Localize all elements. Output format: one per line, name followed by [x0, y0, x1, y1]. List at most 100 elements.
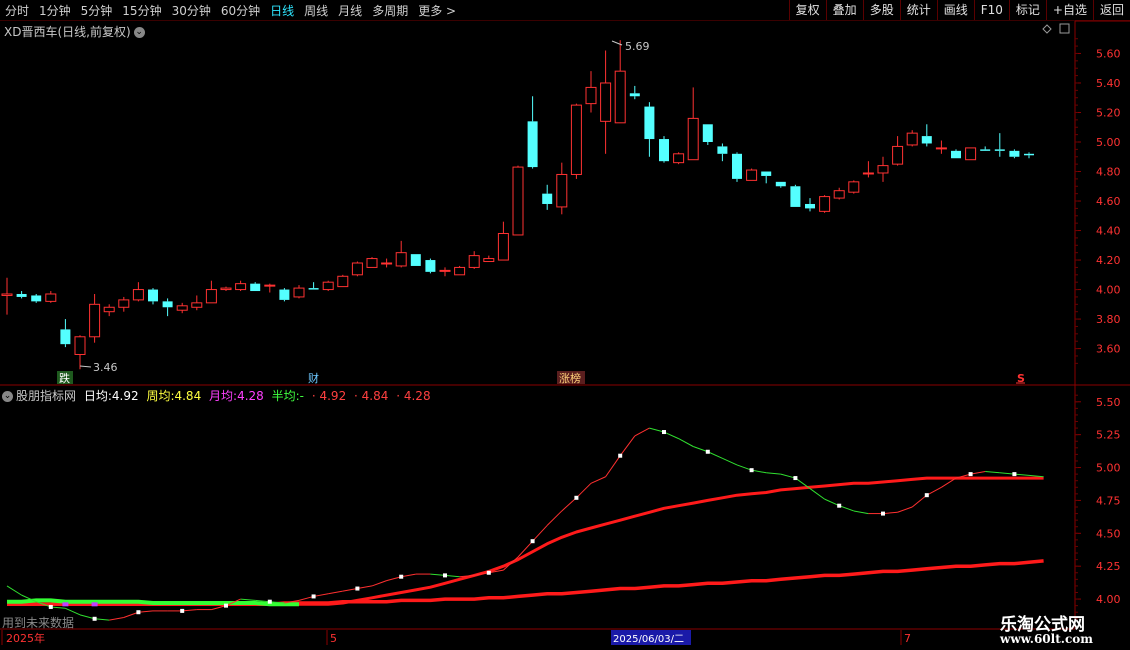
indicator-series — [6, 427, 1044, 621]
candle — [951, 149, 961, 159]
candle-body — [205, 289, 217, 304]
candle-body — [235, 283, 247, 291]
candle-body — [629, 93, 640, 97]
candle — [790, 184, 801, 207]
time-cursor-label: 2025/06/03/二 — [613, 634, 684, 645]
daily-avg-point — [92, 616, 97, 621]
candle-body — [250, 283, 261, 292]
candle — [235, 280, 247, 292]
daily-avg-point — [355, 586, 360, 591]
candle — [512, 165, 524, 236]
daily-avg-point — [749, 468, 754, 473]
daily-avg-segment — [546, 510, 563, 526]
price-tick-label: 4.80 — [1096, 166, 1121, 179]
candle — [293, 285, 305, 299]
daily-avg-point — [136, 610, 141, 615]
daily-avg-segment — [313, 593, 329, 597]
candle — [395, 240, 407, 268]
daily-avg-segment — [1014, 473, 1030, 476]
die-marker[interactable]: 跌 — [59, 371, 70, 385]
zhangbang-marker[interactable]: 涨榜 — [559, 371, 581, 385]
daily-avg-segment — [839, 505, 854, 512]
daily-avg-segment — [605, 455, 621, 478]
indicator-tick-label: 4.00 — [1096, 593, 1121, 606]
cai-marker[interactable]: 财 — [308, 371, 319, 385]
candle-body — [31, 295, 42, 302]
candle — [980, 146, 991, 151]
candle-body — [542, 193, 553, 204]
candle — [833, 187, 845, 200]
candle-body — [833, 190, 845, 199]
candle — [819, 195, 831, 213]
price-tick-label: 3.60 — [1096, 343, 1121, 356]
candle — [250, 282, 261, 292]
diamond-icon[interactable] — [1042, 24, 1052, 34]
daily-avg-segment — [298, 595, 314, 601]
candle-body — [951, 150, 961, 159]
candle-body — [410, 254, 421, 266]
daily-avg-segment — [766, 472, 781, 475]
candle-body — [439, 269, 451, 272]
candle-body — [293, 287, 305, 298]
candle-body — [600, 82, 612, 122]
candle — [659, 136, 669, 163]
daily-avg-segment — [736, 464, 752, 471]
candle-body — [994, 149, 1005, 151]
panel-toggle-icon[interactable] — [1059, 23, 1070, 34]
daily-avg-segment — [926, 486, 942, 496]
daily-avg-segment — [94, 618, 110, 621]
candle — [775, 181, 786, 188]
candle — [1024, 152, 1034, 159]
candle — [629, 85, 640, 100]
daily-avg-point — [311, 594, 316, 599]
candle-body — [585, 86, 597, 105]
candle-body — [659, 139, 669, 162]
candle-body — [614, 70, 626, 124]
candle — [556, 162, 568, 215]
daily-avg-segment — [634, 427, 650, 437]
candle — [614, 40, 626, 124]
future-data-note: 用到未来数据 — [2, 616, 75, 630]
indicator-axis: 5.50 5.25 5.00 4.75 4.50 4.25 4.00 — [1075, 394, 1121, 620]
high-price-label: 5.69 — [625, 40, 650, 53]
candle-body — [527, 121, 538, 168]
candle — [264, 283, 276, 293]
candle — [542, 184, 553, 210]
candle-body — [761, 171, 772, 176]
candle-body — [16, 293, 27, 297]
candle — [176, 302, 188, 314]
daily-avg-segment — [751, 469, 767, 474]
candle — [468, 251, 480, 269]
candle — [16, 291, 27, 299]
extra-value-2-text: 4.84 — [361, 389, 389, 403]
candle — [644, 102, 655, 157]
weekly-avg-value: 4.84 — [174, 389, 202, 403]
candle-body — [906, 132, 918, 146]
candle-body — [1009, 150, 1020, 157]
daily-avg-segment — [824, 498, 840, 507]
daily-avg-segment — [911, 494, 928, 508]
candle-body — [805, 203, 815, 209]
daily-avg-segment — [678, 438, 694, 447]
candle — [892, 136, 904, 166]
daily-avg-point — [48, 604, 53, 609]
extra-value-1-text: 4.92 — [319, 389, 347, 403]
daily-avg-segment — [444, 574, 460, 578]
time-label-july: 7 — [904, 632, 911, 645]
candle — [732, 152, 742, 182]
candle-body — [74, 336, 86, 355]
indicator-name: 股朋指标网 — [16, 389, 77, 403]
chevron-down-icon[interactable]: ⌄ — [133, 27, 145, 38]
daily-avg-segment — [503, 556, 519, 571]
chevron-down-icon[interactable]: ⌄ — [2, 391, 13, 402]
price-tick-label: 4.40 — [1096, 225, 1121, 238]
indicator-marker — [91, 602, 98, 607]
daily-avg-point — [924, 493, 929, 498]
time-label-may: 5 — [330, 632, 337, 645]
extra-value-3: · 4.28 — [396, 389, 431, 403]
kline-chart[interactable]: 5.60 5.40 5.20 5.00 4.80 4.60 4.40 4.20 4.00 3.80… — [0, 0, 1130, 650]
time-label-year: 2025年 — [6, 631, 45, 645]
candle — [148, 288, 158, 305]
daily-avg-point — [881, 511, 885, 516]
candle — [848, 180, 860, 194]
